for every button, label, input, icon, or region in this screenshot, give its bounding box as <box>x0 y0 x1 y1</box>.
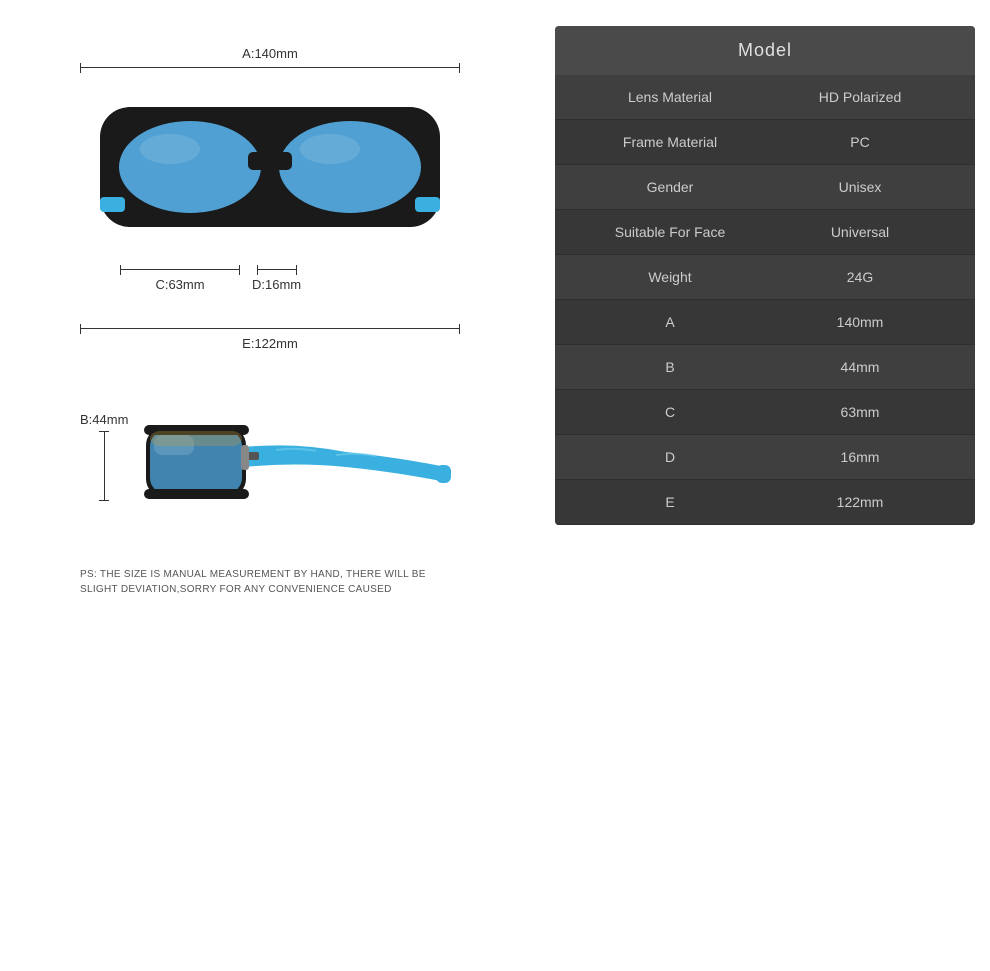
spec-row-2: GenderUnisex <box>555 165 975 210</box>
h-line-c <box>121 269 239 270</box>
spec-row-0: Lens MaterialHD Polarized <box>555 75 975 120</box>
tick-e-right <box>459 324 460 334</box>
h-line-d <box>258 269 296 270</box>
spec-rows: Lens MaterialHD PolarizedFrame MaterialP… <box>555 75 975 525</box>
spec-key-8: D <box>575 449 765 465</box>
spec-val-1: PC <box>765 134 955 150</box>
spec-row-7: C63mm <box>555 390 975 435</box>
spec-row-1: Frame MaterialPC <box>555 120 975 165</box>
glasses-front-image <box>80 77 460 257</box>
dim-e-label: E:122mm <box>242 336 298 351</box>
dim-a-container: A:140mm <box>80 46 460 73</box>
spec-key-7: C <box>575 404 765 420</box>
spec-key-2: Gender <box>575 179 765 195</box>
spec-key-5: A <box>575 314 765 330</box>
spec-row-4: Weight24G <box>555 255 975 300</box>
specs-title: Model <box>738 40 792 60</box>
glasses-side-image: B:44mm <box>80 357 460 557</box>
tick-right <box>459 63 460 73</box>
spec-val-2: Unisex <box>765 179 955 195</box>
spec-key-4: Weight <box>575 269 765 285</box>
spec-val-0: HD Polarized <box>765 89 955 105</box>
specs-header: Model <box>555 26 975 75</box>
dim-cd-container: C:63mm D:16mm <box>80 265 460 294</box>
spec-row-8: D16mm <box>555 435 975 480</box>
dim-d-label: D:16mm <box>252 277 301 292</box>
spec-val-7: 63mm <box>765 404 955 420</box>
h-line-a <box>81 67 459 68</box>
spec-key-3: Suitable For Face <box>575 224 765 240</box>
dim-c: C:63mm <box>120 265 240 294</box>
dim-b-label: B:44mm <box>80 412 128 427</box>
specs-table: Model Lens MaterialHD PolarizedFrame Mat… <box>555 26 975 525</box>
spec-key-1: Frame Material <box>575 134 765 150</box>
h-line-e <box>81 328 459 329</box>
spec-val-6: 44mm <box>765 359 955 375</box>
spec-row-9: E122mm <box>555 480 975 525</box>
v-line-b <box>104 432 105 500</box>
dim-a-label: A:140mm <box>242 46 298 61</box>
spec-row-5: A140mm <box>555 300 975 345</box>
left-panel: A:140mm <box>15 26 525 597</box>
spec-key-9: E <box>575 494 765 510</box>
dim-e-container: E:122mm <box>80 324 460 353</box>
spec-val-5: 140mm <box>765 314 955 330</box>
dim-c-label: C:63mm <box>155 277 204 292</box>
spec-val-4: 24G <box>765 269 955 285</box>
spec-val-9: 122mm <box>765 494 955 510</box>
spec-key-6: B <box>575 359 765 375</box>
tick-d-right <box>296 265 297 275</box>
tick-b-bot <box>99 500 109 501</box>
spec-row-6: B44mm <box>555 345 975 390</box>
spec-val-3: Universal <box>765 224 955 240</box>
spec-row-3: Suitable For FaceUniversal <box>555 210 975 255</box>
spec-val-8: 16mm <box>765 449 955 465</box>
spec-key-0: Lens Material <box>575 89 765 105</box>
measurement-note: PS: THE SIZE IS MANUAL MEASUREMENT BY HA… <box>80 567 460 597</box>
tick-c-right <box>239 265 240 275</box>
